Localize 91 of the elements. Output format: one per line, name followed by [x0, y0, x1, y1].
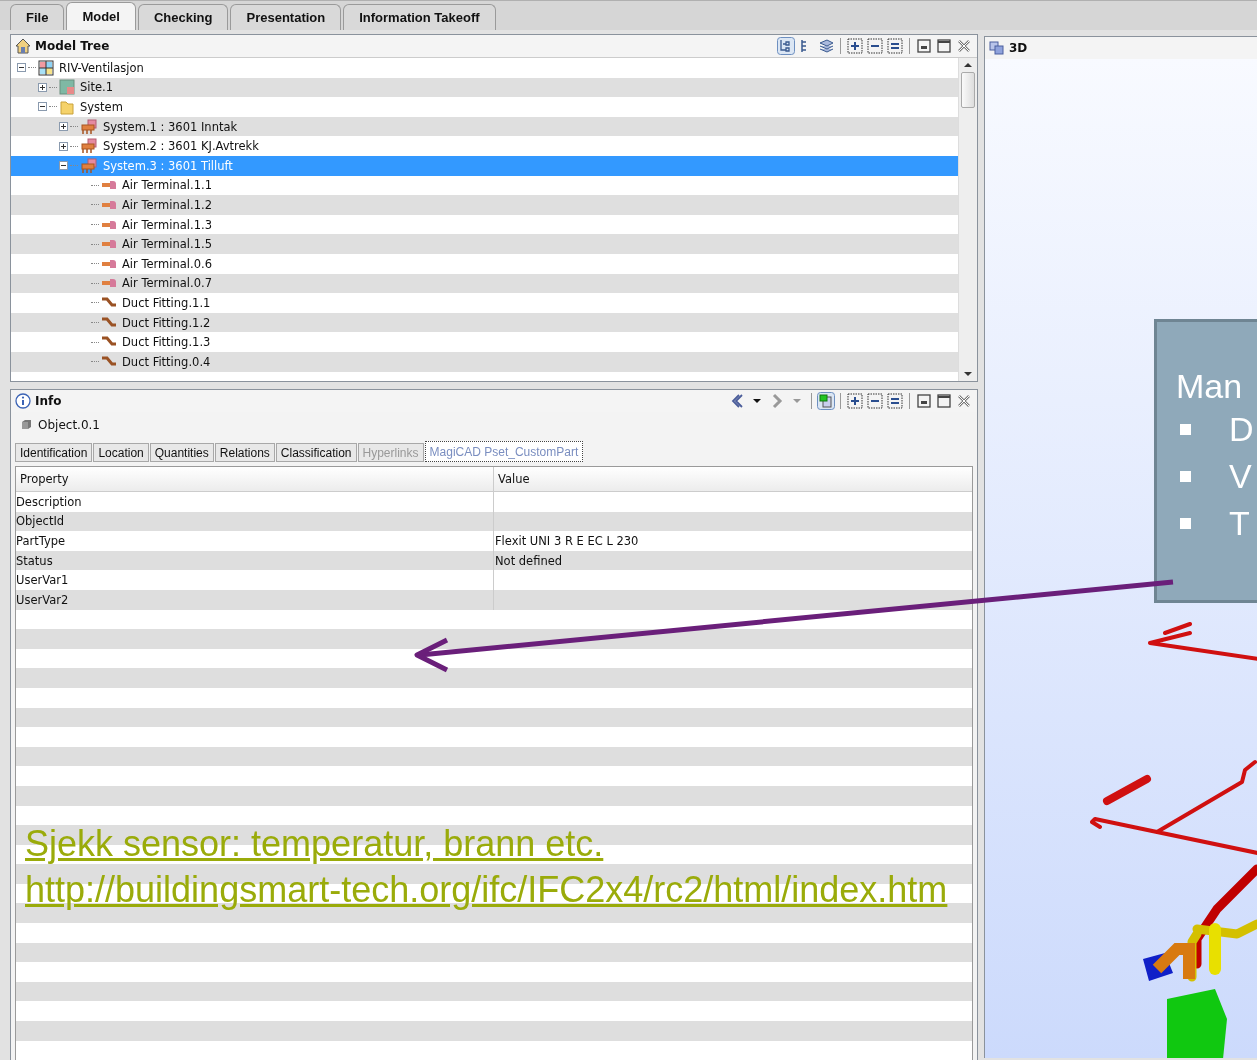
tree-item-label: Air Terminal.1.3 — [122, 217, 212, 232]
cubes-icon — [989, 40, 1005, 56]
tree-item-label: Air Terminal.1.5 — [122, 237, 212, 252]
property-tab[interactable]: Classification — [275, 443, 357, 462]
ribbon-tab[interactable]: File — [10, 4, 65, 30]
table-cell: UserVar2 — [16, 589, 494, 610]
ribbon-tab[interactable]: Presentation — [230, 4, 342, 30]
scroll-thumb[interactable] — [961, 72, 975, 108]
equipment-icon — [80, 157, 98, 174]
panel-title: Info — [35, 394, 62, 408]
ribbon-tab[interactable]: Model — [66, 2, 136, 30]
expand-all-icon[interactable] — [846, 37, 864, 55]
maximize-icon[interactable] — [935, 392, 953, 410]
tree-item-label: Air Terminal.1.2 — [122, 197, 212, 212]
ribbon-tab[interactable]: Checking — [137, 4, 229, 30]
tree-row[interactable]: Air Terminal.0.6 — [11, 253, 958, 274]
table-cell: Description — [16, 492, 494, 512]
tree-row[interactable]: System.2 : 3601 KJ.Avtrekk — [11, 136, 958, 156]
bullet-text: T — [1229, 504, 1250, 543]
tree-item-label: Air Terminal.0.6 — [122, 256, 212, 271]
collapse-toggle[interactable] — [17, 63, 26, 73]
tree-item-label: Air Terminal.0.7 — [122, 276, 212, 291]
tree-row[interactable]: Site.1 — [11, 77, 958, 98]
list-icon[interactable] — [886, 37, 904, 55]
property-tab[interactable]: Location — [93, 443, 149, 462]
property-tab[interactable]: Identification — [15, 443, 93, 462]
list-icon[interactable] — [886, 392, 904, 410]
tree-item-label: RIV-Ventilasjon — [59, 60, 144, 75]
tree-item-label: System — [80, 100, 123, 114]
tree-view-icon[interactable] — [777, 37, 795, 55]
tree-row[interactable]: Duct Fitting.1.3 — [11, 332, 958, 352]
tree-row[interactable]: Air Terminal.1.3 — [11, 214, 958, 235]
bullet-icon — [1180, 518, 1191, 529]
tree-row[interactable]: Duct Fitting.0.4 — [11, 351, 958, 372]
expand-toggle[interactable] — [59, 122, 68, 132]
table-cell-text: Flexit UNI 3 R E EC L 230 — [494, 533, 640, 550]
object-name: Object.0.1 — [38, 418, 100, 432]
tree-row[interactable]: Air Terminal.1.1 — [11, 175, 958, 196]
table-cell: ObjectId — [16, 511, 494, 532]
bullet-icon — [1180, 471, 1191, 482]
column-header[interactable]: Property — [16, 467, 494, 491]
layers-icon[interactable] — [817, 37, 835, 55]
tree-item-label: System.1 : 3601 Inntak — [103, 119, 238, 134]
tree-row[interactable]: Air Terminal.1.5 — [11, 234, 958, 254]
expand-all-icon[interactable] — [846, 392, 864, 410]
table-cell: UserVar1 — [16, 570, 494, 590]
tree-row[interactable]: Duct Fitting.1.2 — [11, 312, 958, 333]
tree-item-label: System.3 : 3601 Tilluft — [103, 158, 233, 173]
expand-toggle[interactable] — [38, 82, 47, 92]
home-icon — [15, 38, 31, 54]
table-cell: Status — [16, 550, 494, 571]
minimize-icon[interactable] — [915, 392, 933, 410]
tree-row[interactable]: System.1 : 3601 Inntak — [11, 116, 958, 137]
expand-toggle[interactable] — [59, 141, 68, 151]
panel-title: 3D — [1009, 41, 1028, 55]
tree-item-label: Duct Fitting.0.4 — [122, 354, 211, 369]
tree-item-label: Air Terminal.1.1 — [122, 178, 212, 193]
equipment-icon — [80, 138, 98, 155]
tree-item-label: Duct Fitting.1.3 — [122, 335, 211, 350]
table-cell: PartType — [16, 531, 494, 551]
page-icon[interactable] — [817, 392, 835, 410]
tree-item-label: Duct Fitting.1.2 — [122, 315, 211, 330]
bullet-text: V — [1229, 457, 1252, 496]
cube-icon — [19, 418, 33, 432]
site-icon — [59, 79, 75, 96]
tree-row[interactable]: Air Terminal.0.7 — [11, 273, 958, 294]
collapse-all-icon[interactable] — [866, 37, 884, 55]
tree-item-label: System.2 : 3601 KJ.Avtrekk — [103, 139, 259, 154]
collapse-all-icon[interactable] — [866, 392, 884, 410]
column-header[interactable]: Value — [494, 467, 972, 491]
tree-item-label: Duct Fitting.1.1 — [122, 295, 211, 310]
collapse-toggle[interactable] — [38, 102, 47, 112]
tree-row[interactable]: System — [11, 97, 958, 117]
tree-row[interactable]: Air Terminal.1.2 — [11, 195, 958, 215]
tree-row[interactable]: RIV-Ventilasjon — [11, 58, 958, 78]
maximize-icon[interactable] — [935, 37, 953, 55]
ribbon-tab[interactable]: Information Takeoff — [343, 4, 496, 30]
tree-row[interactable]: Duct Fitting.1.1 — [11, 293, 958, 313]
bullet-icon — [1180, 424, 1191, 435]
equipment-icon — [80, 118, 98, 135]
property-tab[interactable]: Relations — [214, 443, 275, 462]
collapse-toggle[interactable] — [59, 161, 68, 171]
property-tab[interactable]: Quantities — [149, 443, 214, 462]
tree-item-label: Site.1 — [80, 80, 114, 95]
bullet-text: D — [1229, 410, 1254, 449]
minimize-icon[interactable] — [915, 37, 933, 55]
table-cell-text: Not defined — [494, 552, 564, 570]
info-icon — [15, 393, 31, 409]
scrollbar[interactable] — [958, 58, 977, 381]
callout-heading: Man — [1176, 366, 1243, 406]
panel-title: Model Tree — [35, 39, 110, 53]
